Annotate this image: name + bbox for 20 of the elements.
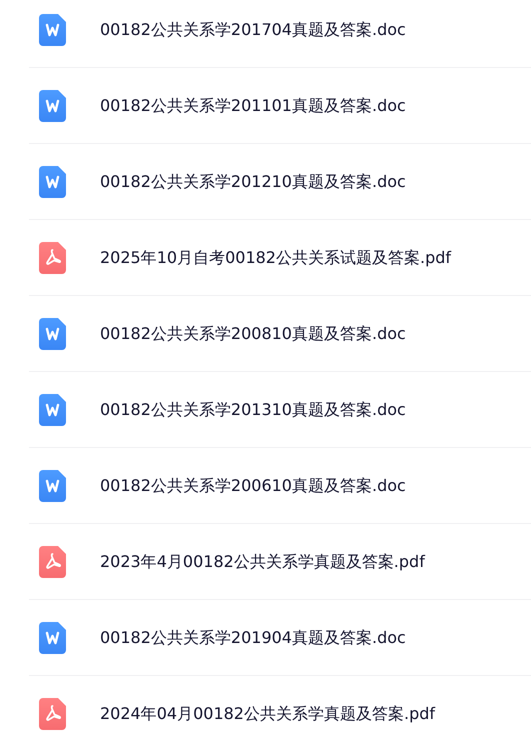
file-name[interactable]: 00182公共关系学201904真题及答案.doc xyxy=(100,626,406,650)
word-document-icon xyxy=(39,90,66,122)
word-document-icon xyxy=(39,318,66,350)
pdf-document-icon xyxy=(39,242,66,274)
word-document-icon xyxy=(39,166,66,198)
file-name[interactable]: 00182公共关系学201704真题及答案.doc xyxy=(100,18,406,42)
word-document-icon xyxy=(39,394,66,426)
file-name[interactable]: 2025年10月自考00182公共关系试题及答案.pdf xyxy=(100,246,452,270)
file-name[interactable]: 00182公共关系学200610真题及答案.doc xyxy=(100,474,406,498)
file-name[interactable]: 2023年4月00182公共关系学真题及答案.pdf xyxy=(100,550,425,574)
pdf-document-icon xyxy=(39,546,66,578)
file-name[interactable]: 00182公共关系学201101真题及答案.doc xyxy=(100,94,406,118)
file-name[interactable]: 2024年04月00182公共关系学真题及答案.pdf xyxy=(100,702,436,726)
file-name[interactable]: 00182公共关系学201210真题及答案.doc xyxy=(100,170,406,194)
word-document-icon xyxy=(39,470,66,502)
word-document-icon xyxy=(39,622,66,654)
pdf-document-icon xyxy=(39,698,66,730)
word-document-icon xyxy=(39,14,66,46)
file-name[interactable]: 00182公共关系学201310真题及答案.doc xyxy=(100,398,406,422)
file-name[interactable]: 00182公共关系学200810真题及答案.doc xyxy=(100,322,406,346)
